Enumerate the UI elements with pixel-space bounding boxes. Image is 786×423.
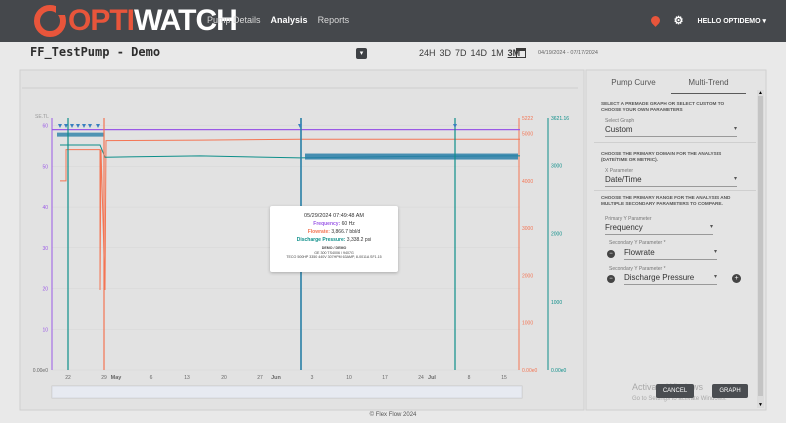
- legend-frequency[interactable]: Frequency: [32, 93, 67, 100]
- section-divider: [594, 190, 756, 191]
- secondary-y1-dropdown[interactable]: Flowrate: [624, 248, 717, 260]
- chart-tooltip: 05/29/2024 07:49:48 AM Frequency: 60 Hz …: [270, 206, 398, 272]
- line-chart-icon[interactable]: ⤳: [547, 75, 553, 85]
- clock-icon[interactable]: ●: [561, 75, 566, 85]
- logo-ring-icon: [34, 5, 66, 37]
- secondary-y1-label: Secondary Y Parameter *: [609, 240, 666, 246]
- page-title: FF_TestPump - Demo: [30, 45, 161, 59]
- chart-legend: Frequency Flowrate Discharge Pressure: [32, 93, 169, 100]
- tooltip-flowrate-label: Flowrate:: [307, 229, 330, 235]
- section-divider: [594, 142, 756, 143]
- tab-multi-trend[interactable]: Multi-Trend: [671, 78, 746, 94]
- calendar-icon[interactable]: [516, 48, 526, 58]
- top-right-controls: ⚙ HELLO OPTIDEMO ▾: [648, 14, 766, 27]
- secondary-y2-dropdown[interactable]: Discharge Pressure: [624, 273, 717, 285]
- top-navigation-bar: OPTI WATCH Pump Details Analysis Reports…: [0, 0, 786, 42]
- cancel-button[interactable]: CANCEL: [656, 384, 694, 398]
- footer-copyright: © Flex Flow 2024: [369, 412, 417, 418]
- range-3d[interactable]: 3D: [440, 48, 452, 58]
- pump-dropdown-button[interactable]: ▾: [356, 48, 367, 59]
- section-range-text: CHOOSE THE PRIMARY RANGE FOR THE ANALYSI…: [601, 195, 731, 206]
- scrollbar-thumb[interactable]: [758, 96, 763, 396]
- analysis-settings-panel: Pump Curve Multi-Trend SELECT A PREMADE …: [586, 70, 764, 410]
- tooltip-frequency-value: 60 Hz: [341, 221, 355, 227]
- chart-toolbar: 👁 ⤳ ●: [530, 75, 565, 85]
- remove-secondary-y1-icon[interactable]: −: [607, 250, 615, 258]
- select-graph-label: Select Graph: [605, 118, 635, 124]
- nav-analysis[interactable]: Analysis: [271, 15, 308, 25]
- remove-secondary-y2-icon[interactable]: −: [607, 275, 615, 283]
- legend-pressure-label: Discharge Pressure: [116, 94, 170, 100]
- section-premade-graph-text: SELECT A PREMADE GRAPH OR SELECT CUSTOM …: [601, 101, 725, 112]
- tooltip-pump-line2: TECO 500HP 3350 440V 307HPM 63AMP, 8-001…: [286, 255, 382, 259]
- secondary-y2-label: Secondary Y Parameter *: [609, 266, 666, 272]
- range-1m[interactable]: 1M: [491, 48, 504, 58]
- tooltip-flowrate-value: 3,866.7 bbl/d: [331, 229, 361, 235]
- chevron-down-icon: ▾: [762, 17, 766, 25]
- x-parameter-label: X Parameter: [605, 168, 634, 174]
- logo-text-opti: OPTI: [68, 4, 135, 37]
- main-nav: Pump Details Analysis Reports: [207, 15, 349, 25]
- nav-pump-details[interactable]: Pump Details: [207, 15, 261, 25]
- date-range-text: 04/19/2024 - 07/17/2024: [538, 50, 598, 56]
- panel-scrollbar[interactable]: ▲ ▼: [757, 90, 764, 408]
- range-24h[interactable]: 24H: [419, 48, 436, 58]
- tooltip-date: 05/29/2024 07:49:48 AM: [304, 213, 364, 219]
- range-14d[interactable]: 14D: [471, 48, 488, 58]
- graph-button[interactable]: GRAPH: [712, 384, 748, 398]
- user-greeting: HELLO OPTIDEMO: [697, 17, 761, 25]
- primary-y-label: Primary Y Parameter: [605, 216, 652, 222]
- x-parameter-dropdown[interactable]: Date/Time: [605, 175, 737, 187]
- tooltip-pressure-label: Discharge Pressure:: [296, 237, 346, 243]
- select-graph-dropdown[interactable]: Custom: [605, 125, 737, 137]
- legend-frequency-label: Frequency: [39, 94, 68, 100]
- nav-reports[interactable]: Reports: [318, 15, 350, 25]
- scroll-down-icon[interactable]: ▼: [757, 402, 764, 408]
- user-menu[interactable]: HELLO OPTIDEMO ▾: [698, 17, 766, 25]
- page-header: FF_TestPump - Demo ▾ 24H 3D 7D 14D 1M 3M…: [0, 42, 786, 70]
- legend-pressure[interactable]: Discharge Pressure: [109, 93, 169, 100]
- visibility-icon[interactable]: 👁: [530, 75, 540, 85]
- tab-pump-curve[interactable]: Pump Curve: [596, 78, 671, 94]
- add-secondary-y-icon[interactable]: +: [732, 274, 741, 283]
- time-range-selector: 24H 3D 7D 14D 1M 3M: [419, 48, 520, 58]
- primary-y-dropdown[interactable]: Frequency: [605, 223, 713, 235]
- tooltip-frequency-label: Frequency:: [313, 221, 341, 227]
- legend-flowrate[interactable]: Flowrate: [73, 93, 103, 100]
- legend-flowrate-label: Flowrate: [80, 94, 104, 100]
- flame-icon[interactable]: [648, 14, 662, 27]
- panel-tabs: Pump Curve Multi-Trend: [596, 78, 746, 94]
- range-7d[interactable]: 7D: [455, 48, 467, 58]
- gear-icon[interactable]: ⚙: [674, 14, 684, 27]
- section-domain-text: CHOOSE THE PRIMARY DOMAIN FOR THE ANALYS…: [601, 151, 722, 162]
- tooltip-pressure-value: 3,338.2 psi: [346, 237, 372, 243]
